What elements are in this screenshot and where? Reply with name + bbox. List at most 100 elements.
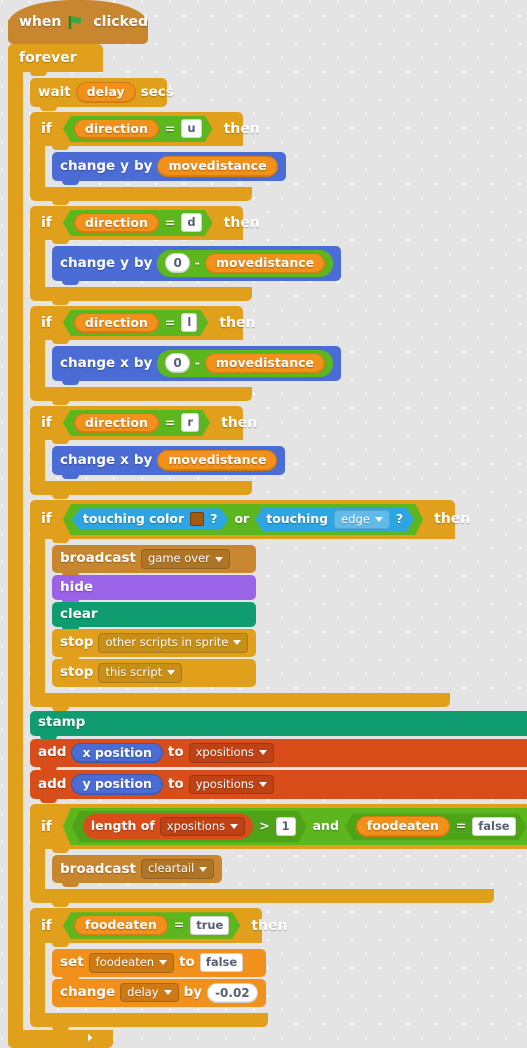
change-delay-block[interactable]: change delay by -0.02 [52, 978, 266, 1007]
broadcast-message-dropdown[interactable]: game over [140, 549, 230, 570]
if-foodeaten-block[interactable]: if foodeaten = true then set foodeaten t… [30, 908, 527, 1031]
equals-operator-right[interactable]: direction = r [63, 410, 210, 437]
stop-option-dropdown-other[interactable]: other scripts in sprite [98, 633, 249, 653]
movedistance-variable-reporter[interactable]: movedistance [157, 450, 278, 471]
stamp-block[interactable]: stamp [30, 710, 527, 740]
stop-other-scripts-block[interactable]: stop other scripts in sprite [52, 629, 257, 661]
if-left-header[interactable]: if direction = l then [30, 305, 255, 344]
equals-operator-up[interactable]: direction = u [63, 116, 213, 143]
scratch-script-canvas: when clicked forever wait delay secs if … [0, 0, 527, 1048]
equals-sign: = [164, 314, 176, 330]
if-down-header[interactable]: if direction = d then [30, 205, 260, 244]
if-gameover-body: broadcast game over hide clear stop othe… [30, 539, 257, 693]
equals-sign: = [164, 414, 176, 430]
broadcast-message-label: game over [147, 551, 210, 566]
or-operator[interactable]: touching color ? or touching edge ? [63, 504, 423, 536]
touching-target-dropdown[interactable]: edge [334, 510, 390, 530]
subtract-operator-x[interactable]: 0 - movedistance [157, 350, 334, 377]
direction-variable-reporter[interactable]: direction [74, 213, 159, 234]
broadcast-game-over-block[interactable]: broadcast game over [52, 545, 257, 577]
equals-operator-left[interactable]: direction = l [63, 310, 208, 337]
chevron-down-icon [167, 670, 176, 676]
foodeaten-variable-reporter[interactable]: foodeaten [74, 915, 168, 936]
stop-this-script-block[interactable]: stop this script [52, 658, 257, 687]
broadcast-cleartail-block[interactable]: broadcast cleartail [52, 855, 223, 888]
if-gameover-header[interactable]: if touching color ? or touching edge ? t… [30, 499, 470, 544]
greater-than-value-field[interactable]: 1 [276, 817, 296, 836]
length-of-list-reporter[interactable]: length of xpositions [83, 814, 253, 840]
direction-value-field-left[interactable]: l [181, 313, 197, 332]
to-label: to [167, 744, 184, 761]
y-position-reporter[interactable]: y position [71, 774, 163, 795]
if-direction-left-block[interactable]: if direction = l then change x by 0 - mo… [30, 305, 527, 405]
axis-label: x [120, 451, 129, 468]
forever-block[interactable]: forever wait delay secs if direction = u… [8, 44, 527, 1048]
touching-edge-block[interactable]: touching edge ? [255, 507, 414, 533]
delay-variable-reporter[interactable]: delay [75, 82, 136, 103]
stop-option-label: other scripts in sprite [105, 635, 229, 650]
foodeaten-compare-field[interactable]: false [472, 817, 515, 836]
wait-secs-block[interactable]: wait delay secs [30, 78, 174, 110]
then-label: then [223, 214, 260, 231]
xpositions-list-dropdown[interactable]: xpositions [188, 743, 274, 763]
if-direction-up-block[interactable]: if direction = u then change y by movedi… [30, 111, 527, 205]
clear-block[interactable]: clear [52, 602, 257, 632]
equals-sign: = [164, 120, 176, 136]
change-variable-dropdown[interactable]: delay [120, 982, 179, 1003]
length-of-list-dropdown[interactable]: xpositions [160, 817, 245, 837]
movedistance-variable-reporter[interactable]: movedistance [157, 156, 278, 177]
and-operator[interactable]: length of xpositions > 1 and foodeaten =… [63, 808, 527, 846]
add-x-position-block[interactable]: add x position to xpositions [30, 738, 527, 771]
foodeaten-compare-field[interactable]: true [190, 916, 229, 935]
if-right-body: change x by movedistance [30, 440, 286, 481]
direction-variable-reporter[interactable]: direction [74, 313, 159, 334]
subtract-left-field[interactable]: 0 [165, 253, 190, 274]
movedistance-variable-reporter[interactable]: movedistance [204, 353, 326, 374]
broadcast-message-dropdown[interactable]: cleartail [140, 859, 215, 880]
greater-than-operator[interactable]: length of xpositions > 1 [72, 811, 307, 843]
if-foodeaten-header[interactable]: if foodeaten = true then [30, 908, 287, 947]
add-y-position-block[interactable]: add y position to ypositions [30, 770, 527, 803]
equals-sign: = [173, 917, 185, 933]
if-game-over-block[interactable]: if touching color ? or touching edge ? t… [30, 499, 527, 711]
change-x-by-negative-block[interactable]: change x by 0 - movedistance [52, 346, 342, 384]
equals-operator-foodeaten-false[interactable]: foodeaten = false [345, 813, 527, 840]
if-cleartail-block[interactable]: if length of xpositions > 1 and foodeate… [30, 803, 527, 908]
subtract-operator-y[interactable]: 0 - movedistance [157, 250, 334, 277]
change-y-by-block[interactable]: change y by movedistance [52, 152, 286, 184]
direction-value-field-down[interactable]: d [181, 213, 201, 232]
hat-label-row: when clicked [8, 14, 148, 30]
change-value-field[interactable]: -0.02 [207, 982, 258, 1003]
if-label: if [41, 414, 52, 431]
if-up-header[interactable]: if direction = u then [30, 111, 260, 150]
direction-variable-reporter[interactable]: direction [74, 413, 159, 434]
axis-label: y [120, 157, 129, 174]
change-label: change [60, 451, 116, 468]
if-label: if [41, 214, 52, 231]
direction-value-field-up[interactable]: u [181, 119, 201, 138]
direction-variable-reporter[interactable]: direction [74, 119, 159, 140]
equals-operator-foodeaten-true[interactable]: foodeaten = true [63, 912, 240, 939]
equals-operator-down[interactable]: direction = d [63, 210, 213, 237]
color-swatch-icon[interactable] [190, 512, 204, 526]
if-right-header[interactable]: if direction = r then [30, 405, 257, 444]
if-cleartail-header[interactable]: if length of xpositions > 1 and foodeate… [30, 803, 527, 854]
when-flag-clicked-hat-block[interactable]: when clicked [8, 0, 148, 48]
forever-header[interactable]: forever [8, 44, 103, 76]
subtract-left-field[interactable]: 0 [165, 353, 190, 374]
if-left-body: change x by 0 - movedistance [30, 340, 342, 387]
touching-color-block[interactable]: touching color ? [72, 508, 229, 530]
direction-value-field-right[interactable]: r [181, 413, 199, 432]
hide-block[interactable]: hide [52, 575, 257, 605]
if-direction-down-block[interactable]: if direction = d then change y by 0 - mo… [30, 205, 527, 305]
ypositions-list-dropdown[interactable]: ypositions [188, 774, 275, 795]
foodeaten-variable-reporter[interactable]: foodeaten [356, 816, 450, 837]
x-position-reporter[interactable]: x position [71, 742, 163, 764]
change-y-by-negative-block[interactable]: change y by 0 - movedistance [52, 246, 342, 284]
if-direction-right-block[interactable]: if direction = r then change x by movedi… [30, 405, 527, 499]
change-x-by-block[interactable]: change x by movedistance [52, 446, 286, 478]
stop-option-dropdown-this[interactable]: this script [98, 662, 183, 683]
movedistance-variable-reporter[interactable]: movedistance [205, 253, 326, 274]
if-gameover-footer [30, 692, 450, 711]
to-label: to [167, 775, 184, 792]
